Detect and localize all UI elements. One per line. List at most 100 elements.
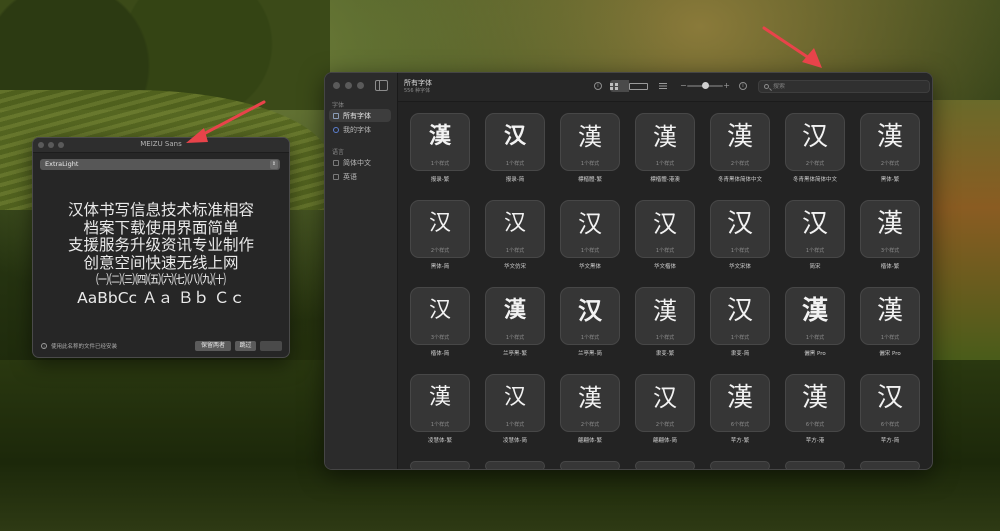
font-style-count: 1个样式: [580, 161, 600, 167]
slider-knob[interactable]: [702, 82, 709, 89]
font-glyph-preview: 漢: [503, 298, 526, 323]
font-tile[interactable]: 汉 1个样式 华文仿宋: [485, 200, 545, 282]
slider-minus-icon: −: [680, 81, 687, 90]
font-tile[interactable]: 汉 1个样式 简宋: [785, 200, 845, 282]
font-tile[interactable]: 漢 3个样式 楷体-繁: [860, 200, 920, 282]
font-tile[interactable]: 汉 2个样式 黑体-简: [410, 200, 470, 282]
font-preview-card: 汉 1个样式: [560, 200, 620, 258]
font-tile[interactable]: 汉 1个样式 隶变-简: [710, 287, 770, 369]
annotation-arrow-right: [762, 26, 822, 68]
font-tile[interactable]: 漢 1个样式 隶变-繁: [635, 287, 695, 369]
minimize-button[interactable]: [345, 82, 352, 89]
font-name: 楷体-繁: [880, 264, 900, 270]
font-tile[interactable]: 汉 1个样式 华文楷体: [635, 200, 695, 282]
font-preview-card: 汉 1个样式: [560, 287, 620, 345]
sample-view-button[interactable]: [629, 80, 648, 92]
font-tile[interactable]: 漢 6个样式 苹方-港: [785, 374, 845, 456]
font-tile[interactable]: 漢 1个样式 报录-繁: [410, 113, 470, 195]
font-tile[interactable]: 漢 1个样式 標楷體-繁: [560, 113, 620, 195]
sidebar-item-label: 英语: [343, 172, 357, 181]
font-glyph-preview: 漢: [726, 383, 753, 413]
font-tile[interactable]: [635, 461, 695, 469]
font-style-count: 3个样式: [430, 335, 450, 341]
font-name: 报录-简: [505, 177, 525, 183]
font-tile[interactable]: [785, 461, 845, 469]
font-glyph-preview: 汉: [503, 385, 526, 410]
font-name: 儷黑 Pro: [804, 351, 826, 357]
search-input[interactable]: [773, 83, 913, 90]
sidebar-item[interactable]: 所有字体: [329, 109, 391, 122]
sidebar-item[interactable]: 我的字体: [329, 123, 391, 136]
font-preview-card: 汉 1个样式: [635, 200, 695, 258]
font-style-count: 2个样式: [805, 161, 825, 167]
font-tile[interactable]: [485, 461, 545, 469]
font-glyph-preview: 漢: [801, 383, 828, 413]
font-tile[interactable]: 漢 6个样式 苹方-繁: [710, 374, 770, 456]
sidebar-toggle-icon[interactable]: [375, 80, 388, 91]
style-select[interactable]: ExtraLight ⇕: [40, 159, 280, 170]
font-tile[interactable]: 漢 1个样式儷黑 Pro: [785, 287, 845, 369]
font-name: 华文黑体: [578, 264, 601, 270]
font-tile[interactable]: 汉 1个样式 报录-简: [485, 113, 545, 195]
font-name: 黑体-简: [430, 264, 450, 270]
font-name: 报录-繁: [430, 177, 450, 183]
close-button[interactable]: [333, 82, 340, 89]
font-name: 隶变-简: [730, 351, 750, 357]
font-preview-card: 汉 1个样式: [485, 374, 545, 432]
keep-both-button[interactable]: 保留两者: [195, 341, 231, 351]
font-tile[interactable]: 汉 3个样式 楷体-简: [410, 287, 470, 369]
sidebar-item[interactable]: 简体中文: [329, 156, 391, 169]
font-tile[interactable]: 汉 2个样式 翩翩体-简: [635, 374, 695, 456]
font-name: 冬青黑体简体中文: [792, 177, 837, 183]
info-button[interactable]: i: [739, 81, 747, 91]
font-tile[interactable]: [710, 461, 770, 469]
font-glyph-preview: 漢: [876, 296, 903, 326]
font-tile[interactable]: 漢 2个样式 冬青黑体简体中文: [710, 113, 770, 195]
font-info-button[interactable]: i: [594, 81, 602, 91]
zoom-button[interactable]: [357, 82, 364, 89]
font-tile[interactable]: [410, 461, 470, 469]
font-tile[interactable]: 汉 1个样式 凌慧体-简: [485, 374, 545, 456]
font-style-count: 2个样式: [580, 422, 600, 428]
language-icon: [333, 159, 339, 166]
chevron-updown-icon: ⇕: [270, 160, 278, 169]
font-name: 楷体-简: [430, 351, 450, 357]
font-tile[interactable]: 漢 2个样式 黑体-繁: [860, 113, 920, 195]
font-preview-card: 汉 2个样式: [635, 374, 695, 432]
replace-button[interactable]: [260, 341, 282, 351]
list-view-button[interactable]: [659, 81, 667, 91]
font-style-count: 1个样式: [505, 422, 525, 428]
font-glyph-preview: 漢: [876, 209, 903, 239]
font-tile[interactable]: 漢 1个样式 標楷體-港澳: [635, 113, 695, 195]
font-style-count: 1个样式: [430, 422, 450, 428]
sidebar-item[interactable]: 英语: [329, 170, 391, 183]
font-preview-card: 汉 2个样式: [785, 113, 845, 171]
font-name: 苹方-繁: [730, 438, 750, 444]
sidebar-section-header: 语言: [332, 149, 345, 156]
font-tile[interactable]: 汉 1个样式 华文宋体: [710, 200, 770, 282]
font-glyph-preview: 漢: [876, 122, 903, 152]
grid-view-button[interactable]: [610, 80, 629, 92]
font-tile[interactable]: 汉 6个样式 苹方-简: [860, 374, 920, 456]
font-tile[interactable]: 汉 1个样式 兰亭黑-简: [560, 287, 620, 369]
font-tile[interactable]: [860, 461, 920, 469]
font-tile[interactable]: 漢 1个样式 兰亭黑-繁: [485, 287, 545, 369]
skip-button[interactable]: 跳过: [235, 341, 256, 351]
font-tile[interactable]: 汉 1个样式华文黑体: [560, 200, 620, 282]
font-preview-card: 漢 1个样式: [560, 113, 620, 171]
font-glyph-preview: 汉: [578, 297, 602, 325]
font-tile[interactable]: 汉 2个样式冬青黑体简体中文: [785, 113, 845, 195]
size-slider[interactable]: − +: [680, 81, 730, 91]
sidebar-item-label: 所有字体: [343, 111, 371, 120]
font-name: 兰亭黑-繁: [503, 351, 527, 357]
font-preview-card: 漢 1个样式: [785, 287, 845, 345]
font-preview-card: [485, 461, 545, 469]
font-tile[interactable]: 漢 1个样式 儷宋 Pro: [860, 287, 920, 369]
font-tile[interactable]: 漢 1个样式 凌慧体-繁: [410, 374, 470, 456]
font-tile[interactable]: [560, 461, 620, 469]
font-style-count: 1个样式: [430, 161, 450, 167]
font-style-count: 6个样式: [880, 422, 900, 428]
font-style-count: 6个样式: [805, 422, 825, 428]
font-tile[interactable]: 漢 2个样式 翩翩体-繁: [560, 374, 620, 456]
font-glyph-preview: 汉: [876, 383, 903, 413]
